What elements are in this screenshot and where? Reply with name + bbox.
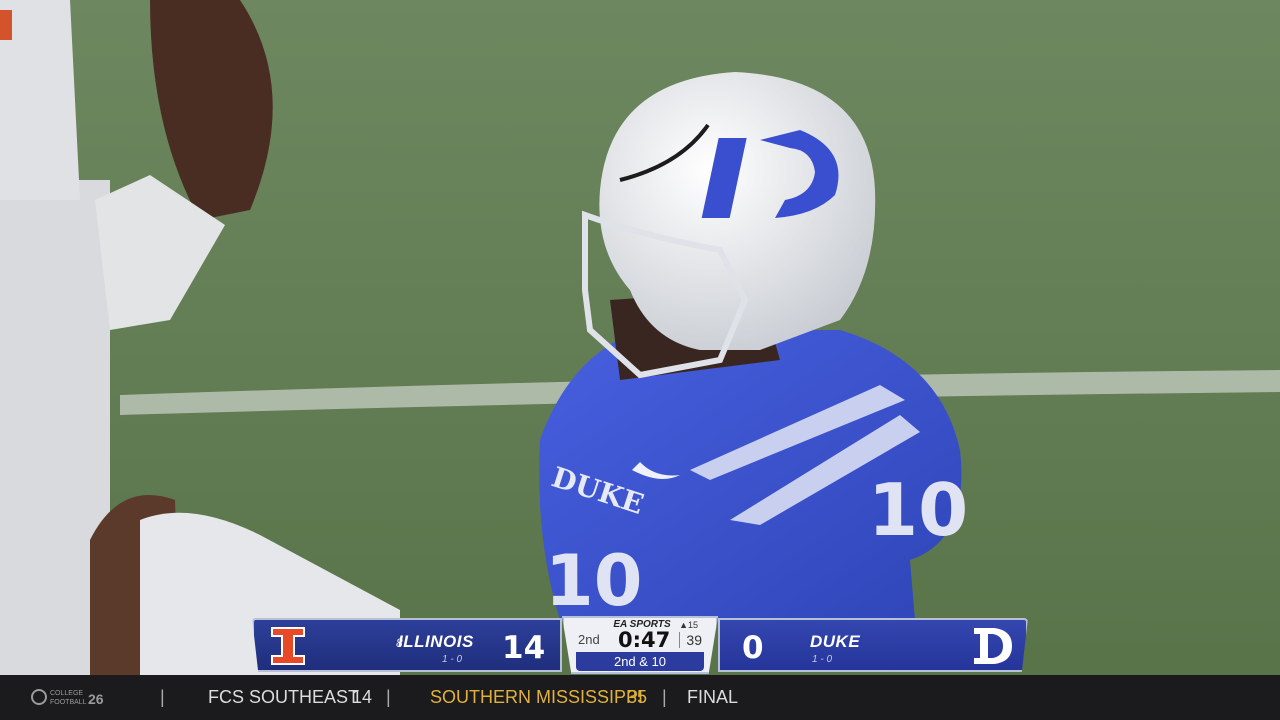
college-football-logo: COLLEGE FOOTBALL 26 [30, 686, 110, 708]
college-football-26-icon: COLLEGE FOOTBALL 26 [31, 689, 104, 707]
ticker-separator: | [160, 687, 165, 707]
ticker-score-2: 35 [627, 687, 648, 707]
ticker-game-status: FINAL [687, 687, 739, 707]
play-clock: 39 [679, 632, 702, 648]
ticker-separator: | [386, 687, 391, 707]
illinois-block-i-icon [271, 627, 305, 665]
ticker-team-2: SOUTHERN MISSISSIPPI [430, 687, 644, 707]
home-team-panel: 0 DUKE 1 - 0 [718, 618, 1028, 672]
jersey-number-front: 10 [545, 540, 642, 622]
timeouts-indicator: ▲15 [679, 620, 698, 630]
duke-d-icon [974, 628, 1012, 664]
home-team-name: DUKE [810, 632, 861, 651]
duke-helmet [599, 72, 876, 350]
svg-text:FOOTBALL: FOOTBALL [50, 699, 87, 706]
game-clock-panel: EA SPORTS ▲15 2nd 0:47 39 2nd & 10 [562, 616, 718, 674]
away-team-name: ILLINOIS [398, 632, 474, 651]
game-clock: 0:47 [618, 628, 671, 652]
score-ticker: COLLEGE FOOTBALL 26 | FCS SOUTHEAST 14 |… [0, 675, 1280, 720]
svg-text:26: 26 [88, 691, 104, 707]
ticker-separator: | [662, 687, 667, 707]
left-player-orange-stripe [0, 10, 12, 40]
away-team-score: 14 [502, 630, 546, 666]
game-scene: 10 DUKE 10 [0, 0, 1280, 720]
scorebug: 8 ILLINOIS 1 - 0 14 EA SPORTS ▲15 2nd 0:… [252, 616, 1028, 674]
svg-text:COLLEGE: COLLEGE [50, 690, 83, 697]
home-team-score: 0 [742, 630, 764, 666]
ticker-score-1: 14 [352, 687, 373, 707]
ticker-team-1: FCS SOUTHEAST [208, 687, 360, 707]
down-and-distance: 2nd & 10 [576, 652, 704, 671]
home-team-record: 1 - 0 [812, 654, 833, 665]
away-team-record: 1 - 0 [442, 654, 463, 665]
quarter: 2nd [578, 632, 600, 647]
jersey-number: 10 [868, 468, 968, 552]
away-team-panel: 8 ILLINOIS 1 - 0 14 [252, 618, 562, 672]
